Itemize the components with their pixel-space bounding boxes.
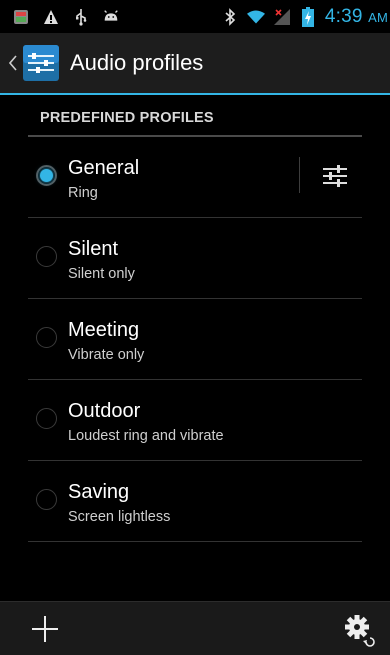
back-chevron-icon[interactable] — [0, 32, 20, 94]
signal-icon — [273, 8, 291, 26]
bottom-action-bar — [0, 601, 390, 655]
profile-name: Saving — [68, 481, 130, 503]
usb-icon — [72, 8, 90, 26]
profile-item-general[interactable]: General Ring — [28, 137, 362, 218]
profile-item-meeting[interactable]: Meeting Vibrate only — [28, 299, 362, 380]
profile-subtitle: Loudest ring and vibrate — [68, 428, 224, 444]
battery-charging-icon — [299, 6, 317, 27]
wifi-icon — [246, 8, 265, 26]
plus-icon[interactable] — [30, 614, 60, 644]
radio-button[interactable] — [36, 165, 57, 186]
profile-subtitle: Ring — [68, 185, 98, 201]
audio-profiles-icon[interactable] — [22, 44, 60, 82]
profile-subtitle: Screen lightless — [68, 509, 171, 525]
divider — [299, 157, 300, 193]
profile-name: Outdoor — [68, 400, 141, 422]
profile-name: General — [68, 157, 140, 179]
reset-settings-icon[interactable] — [342, 614, 378, 648]
profile-name: Meeting — [68, 319, 140, 341]
profile-subtitle: Vibrate only — [68, 347, 145, 363]
section-header: PREDEFINED PROFILES — [28, 95, 362, 137]
radio-button[interactable] — [36, 408, 57, 429]
profile-item-saving[interactable]: Saving Screen lightless — [28, 461, 362, 542]
android-debug-icon — [102, 8, 120, 26]
profile-item-silent[interactable]: Silent Silent only — [28, 218, 362, 299]
action-bar: Audio profiles — [0, 33, 390, 95]
app-notification-icon — [12, 8, 30, 26]
equalizer-settings-icon[interactable] — [320, 161, 350, 191]
clock: 4:39 AM — [324, 5, 388, 27]
warning-icon — [42, 8, 60, 26]
radio-button[interactable] — [36, 327, 57, 348]
profiles-list: PREDEFINED PROFILES General Ring Silent … — [0, 95, 390, 542]
bluetooth-icon — [221, 7, 239, 26]
profile-name: Silent — [68, 238, 119, 260]
radio-button[interactable] — [36, 489, 57, 510]
radio-button[interactable] — [36, 246, 57, 267]
profile-subtitle: Silent only — [68, 266, 135, 282]
page-title: Audio profiles — [70, 50, 204, 75]
status-bar: 4:39 AM — [0, 0, 390, 33]
profile-item-outdoor[interactable]: Outdoor Loudest ring and vibrate — [28, 380, 362, 461]
